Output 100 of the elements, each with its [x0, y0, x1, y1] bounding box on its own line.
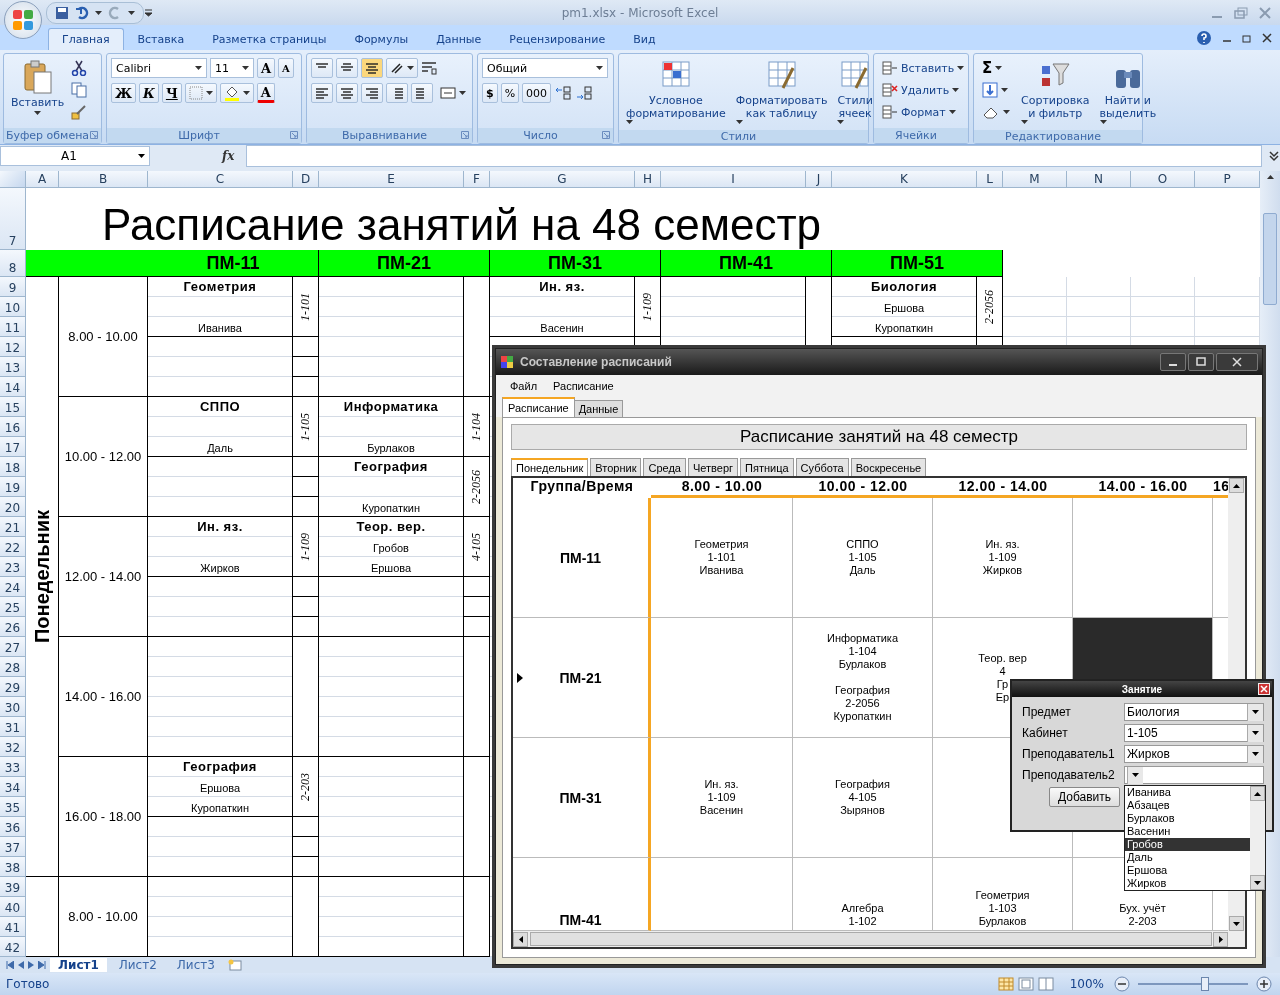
maximize-icon[interactable]: [1188, 353, 1214, 371]
row-header[interactable]: 17: [0, 437, 26, 457]
shrink-font-button[interactable]: A: [278, 58, 294, 78]
zoom-slider-thumb[interactable]: [1201, 977, 1209, 991]
ribbon-tab[interactable]: Рецензирование: [495, 28, 620, 50]
day-tab[interactable]: Четверг: [687, 458, 739, 476]
caret-icon[interactable]: [242, 91, 250, 95]
align-middle-icon[interactable]: [340, 62, 354, 74]
ribbon-tab[interactable]: Главная: [48, 28, 124, 50]
sheet-tab[interactable]: Лист1: [50, 958, 107, 972]
name-box[interactable]: A1: [0, 146, 150, 166]
column-header[interactable]: O: [1131, 171, 1195, 188]
row-header[interactable]: 39: [0, 877, 26, 897]
zoom-in-icon[interactable]: [1256, 976, 1272, 992]
add-button[interactable]: Добавить: [1048, 787, 1120, 807]
undo-caret-icon[interactable]: [95, 10, 102, 15]
editing-button[interactable]: Сортировка и фильтр: [1018, 58, 1093, 126]
caret-icon[interactable]: [1003, 110, 1010, 114]
align-bottom-icon[interactable]: [365, 62, 379, 74]
row-header[interactable]: 29: [0, 677, 26, 697]
paste-button[interactable]: Вставить: [8, 58, 68, 117]
dropdown-arrow-icon[interactable]: [138, 154, 145, 158]
menu-item[interactable]: Файл: [504, 378, 544, 394]
orientation-icon[interactable]: [390, 62, 404, 74]
row-header[interactable]: 16: [0, 417, 26, 437]
next-sheet-icon[interactable]: [28, 961, 34, 969]
scissors-icon[interactable]: [71, 60, 88, 76]
cells-button[interactable]: Вставить: [878, 58, 969, 78]
dropdown-arrow-icon[interactable]: [1132, 773, 1139, 777]
row-header[interactable]: ПМ-21: [513, 618, 651, 738]
row-header[interactable]: 9: [0, 277, 26, 297]
increase-decimal-icon[interactable]: [554, 85, 573, 101]
caret-icon[interactable]: [242, 66, 249, 70]
font-size-field[interactable]: 11: [210, 58, 254, 78]
autosum-button[interactable]: Σ: [978, 58, 1014, 78]
dropdown-option[interactable]: Васенин: [1125, 825, 1250, 838]
restore-icon[interactable]: [1242, 32, 1252, 43]
font-name-field[interactable]: Calibri: [111, 58, 207, 78]
caret-icon[interactable]: [34, 111, 42, 115]
row-header[interactable]: 28: [0, 657, 26, 677]
ribbon-tab[interactable]: Формулы: [340, 28, 423, 50]
row-header[interactable]: 20: [0, 497, 26, 517]
grow-font-button[interactable]: A: [257, 58, 276, 78]
day-tab[interactable]: Пятница: [740, 458, 794, 476]
caret-icon[interactable]: [1001, 88, 1008, 92]
column-header[interactable]: D: [293, 171, 319, 188]
help-icon[interactable]: [1196, 29, 1212, 46]
editing-button[interactable]: Найти и выделить: [1096, 58, 1160, 126]
row-header[interactable]: 25: [0, 597, 26, 617]
borders-button[interactable]: [184, 83, 217, 103]
styles-button[interactable]: Форматировать как таблицу: [732, 58, 831, 126]
row-header[interactable]: 23: [0, 557, 26, 577]
combo-field[interactable]: Биология: [1124, 703, 1264, 721]
sheet-tab[interactable]: Лист3: [168, 958, 223, 972]
row-header[interactable]: 7: [0, 188, 26, 250]
bold-button[interactable]: Ж: [111, 83, 137, 103]
row-header[interactable]: 36: [0, 817, 26, 837]
eraser-icon[interactable]: [982, 105, 1000, 119]
row-header[interactable]: 33: [0, 757, 26, 777]
wrap-text-icon[interactable]: [421, 61, 437, 75]
italic-button[interactable]: К: [139, 83, 159, 103]
column-header[interactable]: G: [490, 171, 635, 188]
row-header[interactable]: ПМ-31: [513, 738, 651, 858]
caret-icon[interactable]: [735, 120, 743, 124]
caret-icon[interactable]: [626, 120, 633, 124]
row-header[interactable]: 22: [0, 537, 26, 557]
day-tab[interactable]: Воскресенье: [850, 458, 927, 476]
insert-function-button[interactable]: fx: [216, 148, 241, 164]
styles-button[interactable]: Условное форматирование: [623, 58, 729, 126]
grid-cell[interactable]: СППО 1-105 Даль: [793, 498, 933, 618]
column-header[interactable]: C: [148, 171, 293, 188]
scroll-up-icon[interactable]: [1233, 483, 1240, 488]
dropdown-option[interactable]: Иванива: [1125, 786, 1250, 799]
fill-down-icon[interactable]: [982, 82, 998, 98]
prev-sheet-icon[interactable]: [18, 961, 24, 969]
copy-icon[interactable]: [71, 82, 88, 98]
row-header[interactable]: 37: [0, 837, 26, 857]
dropdown-arrow-icon[interactable]: [1252, 710, 1259, 714]
caret-icon[interactable]: [837, 120, 845, 124]
percent-button[interactable]: %: [500, 83, 520, 103]
column-header[interactable]: N: [1067, 171, 1131, 188]
clipboard-icon[interactable]: [22, 60, 53, 94]
close-icon[interactable]: [1262, 32, 1272, 43]
column-header[interactable]: 8.00 - 10.00: [651, 478, 793, 498]
customize-toolbar-icon[interactable]: [144, 8, 153, 17]
row-header[interactable]: ПМ-11: [513, 498, 651, 618]
caret-icon[interactable]: [948, 110, 956, 114]
day-tab[interactable]: Вторник: [590, 458, 642, 476]
scroll-thumb[interactable]: [529, 932, 1212, 946]
combo-field[interactable]: 1-105: [1124, 724, 1264, 742]
caret-icon[interactable]: [459, 91, 466, 95]
caret-icon[interactable]: [952, 88, 960, 92]
column-header[interactable]: P: [1195, 171, 1260, 188]
ribbon-tab[interactable]: Данные: [422, 28, 496, 50]
expand-icon[interactable]: [1268, 150, 1280, 162]
office-button[interactable]: [4, 0, 42, 39]
scroll-down-icon[interactable]: [1233, 921, 1240, 926]
grid-cell[interactable]: [651, 618, 793, 738]
redo-caret-icon[interactable]: [128, 10, 135, 15]
dropdown-option[interactable]: Абзацев: [1125, 799, 1250, 812]
